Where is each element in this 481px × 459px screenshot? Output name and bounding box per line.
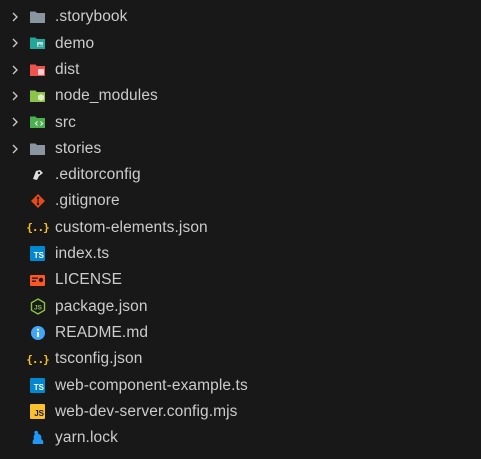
tree-item-label: .gitignore: [55, 192, 120, 210]
yarn-icon: [29, 429, 46, 446]
json-icon: {..}: [26, 219, 49, 236]
typescript-icon: TS: [29, 377, 46, 394]
tree-file-tsconfig-json[interactable]: {..} tsconfig.json: [0, 346, 481, 372]
tree-item-label: dist: [55, 60, 80, 78]
chevron-right-icon[interactable]: [10, 12, 20, 22]
tree-item-label: tsconfig.json: [55, 350, 143, 368]
tree-item-label: yarn.lock: [55, 429, 118, 447]
tree-item-label: stories: [55, 139, 102, 157]
js-glyph: JS: [30, 404, 45, 420]
tree-item-label: web-dev-server.config.mjs: [55, 402, 238, 420]
folder-dist-icon: [29, 61, 46, 78]
folder-src-icon: [29, 114, 46, 131]
tree-file-custom-elements-json[interactable]: {..} custom-elements.json: [0, 214, 481, 240]
ts-glyph: TS: [30, 377, 45, 393]
tree-file-web-dev-server-config-mjs[interactable]: JS web-dev-server.config.mjs: [0, 398, 481, 424]
tree-folder-dist[interactable]: dist: [0, 57, 481, 83]
tree-file-editorconfig[interactable]: .editorconfig: [0, 162, 481, 188]
chevron-right-icon[interactable]: [10, 144, 20, 154]
folder-icon: [29, 140, 46, 157]
folder-images-icon: [29, 35, 46, 52]
tree-item-label: package.json: [55, 297, 148, 315]
tree-item-label: .editorconfig: [55, 166, 141, 184]
file-explorer: .storybook demo dist node_modules src st…: [0, 0, 481, 459]
tree-file-package-json[interactable]: JS package.json: [0, 293, 481, 319]
tree-item-label: web-component-example.ts: [55, 376, 248, 394]
folder-node-icon: [29, 88, 46, 105]
svg-text:JS: JS: [34, 304, 43, 311]
ts-glyph: TS: [30, 246, 45, 262]
tree-item-label: README.md: [55, 323, 149, 341]
tree-folder-demo[interactable]: demo: [0, 30, 481, 56]
tree-file-web-component-example-ts[interactable]: TS web-component-example.ts: [0, 372, 481, 398]
info-icon: [29, 324, 46, 341]
tree-item-label: custom-elements.json: [55, 218, 208, 236]
tree-item-label: node_modules: [55, 87, 158, 105]
javascript-icon: JS: [29, 403, 46, 420]
tree-folder-storybook[interactable]: .storybook: [0, 4, 481, 30]
tree-item-label: LICENSE: [55, 271, 123, 289]
tree-file-gitignore[interactable]: .gitignore: [0, 188, 481, 214]
json-icon: {..}: [26, 351, 49, 368]
tree-item-label: .storybook: [55, 8, 128, 26]
certificate-icon: [29, 272, 46, 289]
editorconfig-icon: [29, 166, 46, 183]
tree-folder-stories[interactable]: stories: [0, 135, 481, 161]
nodejs-icon: JS: [29, 298, 46, 315]
chevron-right-icon[interactable]: [10, 65, 20, 75]
tree-folder-node-modules[interactable]: node_modules: [0, 83, 481, 109]
chevron-right-icon[interactable]: [10, 38, 20, 48]
tree-file-readme-md[interactable]: README.md: [0, 320, 481, 346]
tree-item-label: demo: [55, 34, 95, 52]
tree-file-license[interactable]: LICENSE: [0, 267, 481, 293]
folder-icon: [29, 9, 46, 26]
tree-file-yarn-lock[interactable]: yarn.lock: [0, 425, 481, 451]
chevron-right-icon[interactable]: [10, 117, 20, 127]
tree-item-label: src: [55, 113, 76, 131]
tree-item-label: index.ts: [55, 245, 110, 263]
json-glyph: {..}: [26, 352, 49, 366]
chevron-right-icon[interactable]: [10, 91, 20, 101]
git-icon: [29, 193, 46, 210]
tree-file-index-ts[interactable]: TS index.ts: [0, 241, 481, 267]
typescript-icon: TS: [29, 245, 46, 262]
tree-folder-src[interactable]: src: [0, 109, 481, 135]
json-glyph: {..}: [26, 221, 49, 235]
